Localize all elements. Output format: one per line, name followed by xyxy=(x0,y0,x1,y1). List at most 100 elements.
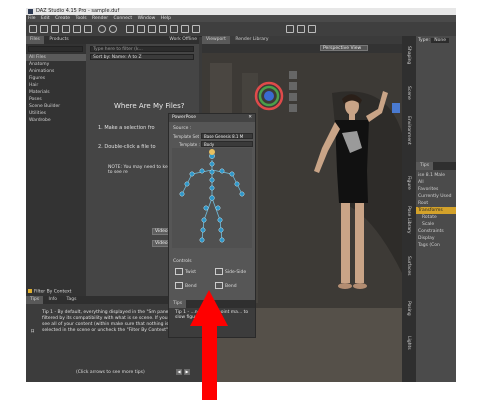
pan-icon[interactable] xyxy=(289,71,297,79)
side-tab-posing[interactable]: Posing xyxy=(406,301,411,316)
undo-icon[interactable] xyxy=(98,25,106,33)
pose-point-right-thigh[interactable] xyxy=(215,205,221,211)
menu-file[interactable]: File xyxy=(28,16,36,21)
category-filter-field[interactable] xyxy=(28,46,83,52)
pose-point-left-forearm[interactable] xyxy=(184,181,190,187)
tree-item-rotate[interactable]: Rotate xyxy=(416,214,456,221)
next-tip-arrow-icon[interactable]: ▶ xyxy=(184,369,190,375)
pose-point-left-thigh[interactable] xyxy=(203,205,209,211)
menu-connect[interactable]: Connect xyxy=(114,16,133,21)
tab-tags[interactable]: Tags xyxy=(62,296,80,304)
scale-tool-icon[interactable] xyxy=(181,25,189,33)
folder-icon[interactable] xyxy=(84,25,92,33)
render-icon[interactable] xyxy=(286,25,294,33)
figure-selector[interactable]: ise 8.1 Male xyxy=(416,172,456,179)
template-set-dropdown[interactable]: Base Genesis 8.1 M xyxy=(201,133,253,139)
tree-item-all[interactable]: All xyxy=(416,179,456,186)
category-anatomy[interactable]: Anatomy xyxy=(26,61,86,68)
search-input[interactable]: Type here to filter (k... xyxy=(90,46,194,52)
menu-create[interactable]: Create xyxy=(55,16,70,21)
iray-preview-icon[interactable] xyxy=(308,25,316,33)
reset-view-icon[interactable] xyxy=(289,104,297,112)
pose-point-right-forearm[interactable] xyxy=(234,181,240,187)
side-tab-scene[interactable]: Scene xyxy=(406,86,411,100)
tab-powerpose-tips[interactable]: Tips xyxy=(169,300,187,308)
side-tab-environment[interactable]: Environment xyxy=(406,116,411,145)
translate-tool-icon[interactable] xyxy=(159,25,167,33)
sort-dropdown[interactable]: Sort by: Name: A to Z xyxy=(90,54,194,60)
control-side-side[interactable]: Side-Side xyxy=(215,268,246,275)
work-offline-button[interactable]: Work Offline xyxy=(169,36,197,44)
menu-window[interactable]: Window xyxy=(138,16,156,21)
category-scene-builder[interactable]: Scene Builder xyxy=(26,103,86,110)
pose-point-right-shoulder[interactable] xyxy=(229,171,235,177)
category-animations[interactable]: Animations xyxy=(26,68,86,75)
menu-edit[interactable]: Edit xyxy=(41,16,50,21)
tree-item-constraints[interactable]: Constraints xyxy=(416,228,456,235)
universal-tool-icon[interactable] xyxy=(148,25,156,33)
pose-point-neck[interactable] xyxy=(209,161,215,167)
menu-render[interactable]: Render xyxy=(92,16,108,21)
pose-point-left-shin[interactable] xyxy=(200,227,206,233)
side-tab-surfaces[interactable]: Surfaces xyxy=(406,256,411,276)
pose-point-right-collar[interactable] xyxy=(219,168,225,174)
category-all-files[interactable]: All Files xyxy=(26,54,86,61)
category-materials[interactable]: Materials xyxy=(26,89,86,96)
pose-point-left-collar[interactable] xyxy=(199,168,205,174)
filter-by-context-checkbox[interactable]: Filter By Context xyxy=(28,289,71,295)
open-file-icon[interactable] xyxy=(40,25,48,33)
rotate-tool-icon[interactable] xyxy=(170,25,178,33)
category-figures[interactable]: Figures xyxy=(26,75,86,82)
redo-icon[interactable] xyxy=(109,25,117,33)
tree-item-currently-used[interactable]: Currently Used xyxy=(416,193,456,200)
pose-tool-icon[interactable] xyxy=(126,25,134,33)
zoom-icon[interactable] xyxy=(289,82,297,90)
side-tab-shaping[interactable]: Shaping xyxy=(406,46,411,64)
template-dropdown[interactable]: Body xyxy=(201,141,253,147)
tree-item-tags[interactable]: Tags (Con xyxy=(416,242,456,249)
save-icon[interactable] xyxy=(62,25,70,33)
tab-info[interactable]: Info xyxy=(45,296,62,304)
pose-point-left-shoulder[interactable] xyxy=(189,171,195,177)
pose-point-abdomen[interactable] xyxy=(209,177,215,183)
pose-point-hip[interactable] xyxy=(209,195,215,201)
tab-right-tips[interactable]: Tips xyxy=(416,162,434,170)
save-as-icon[interactable] xyxy=(73,25,81,33)
select-tool-icon[interactable] xyxy=(137,25,145,33)
tab-render-library[interactable]: Render Library xyxy=(231,36,272,44)
pose-point-chest[interactable] xyxy=(209,169,215,175)
side-tab-lights[interactable]: Lights xyxy=(406,336,411,350)
view-cube-icon[interactable] xyxy=(392,103,400,113)
tab-tips[interactable]: Tips xyxy=(26,296,44,304)
pose-point-selected[interactable] xyxy=(209,149,215,155)
type-dropdown[interactable]: None xyxy=(431,38,450,43)
pose-point-right-foot[interactable] xyxy=(219,237,225,243)
control-bend-left[interactable]: Bend xyxy=(175,282,197,289)
merge-icon[interactable] xyxy=(51,25,59,33)
render-settings-icon[interactable] xyxy=(297,25,305,33)
tree-item-root[interactable]: Root xyxy=(416,200,456,207)
pose-point-right-shin[interactable] xyxy=(218,227,224,233)
pose-point-left-foot[interactable] xyxy=(199,237,205,243)
menu-help[interactable]: Help xyxy=(161,16,171,21)
pose-point-left-knee[interactable] xyxy=(201,217,207,223)
pose-point-waist[interactable] xyxy=(209,185,215,191)
tree-item-favorites[interactable]: Favorites xyxy=(416,186,456,193)
camera-dropdown[interactable]: Perspective View xyxy=(320,45,368,51)
tab-viewport[interactable]: Viewport xyxy=(202,36,230,44)
pose-point-right-hand[interactable] xyxy=(239,191,245,197)
tree-item-scale[interactable]: Scale xyxy=(416,221,456,228)
pose-point-right-knee[interactable] xyxy=(217,217,223,223)
side-tab-pose-library[interactable]: Pose Library xyxy=(406,206,411,234)
powerpose-figure-map[interactable] xyxy=(172,148,252,248)
tab-products[interactable]: Products xyxy=(45,36,72,44)
control-twist[interactable]: Twist xyxy=(175,268,196,275)
tree-item-transforms[interactable]: Transforms xyxy=(416,207,456,214)
close-icon[interactable]: ✕ xyxy=(248,115,252,120)
frame-icon[interactable] xyxy=(289,93,297,101)
pose-point-left-hand[interactable] xyxy=(179,191,185,197)
new-file-icon[interactable] xyxy=(29,25,37,33)
category-wardrobe[interactable]: Wardrobe xyxy=(26,117,86,124)
prev-tip-arrow-icon[interactable]: ◀ xyxy=(176,369,182,375)
category-hair[interactable]: Hair xyxy=(26,82,86,89)
